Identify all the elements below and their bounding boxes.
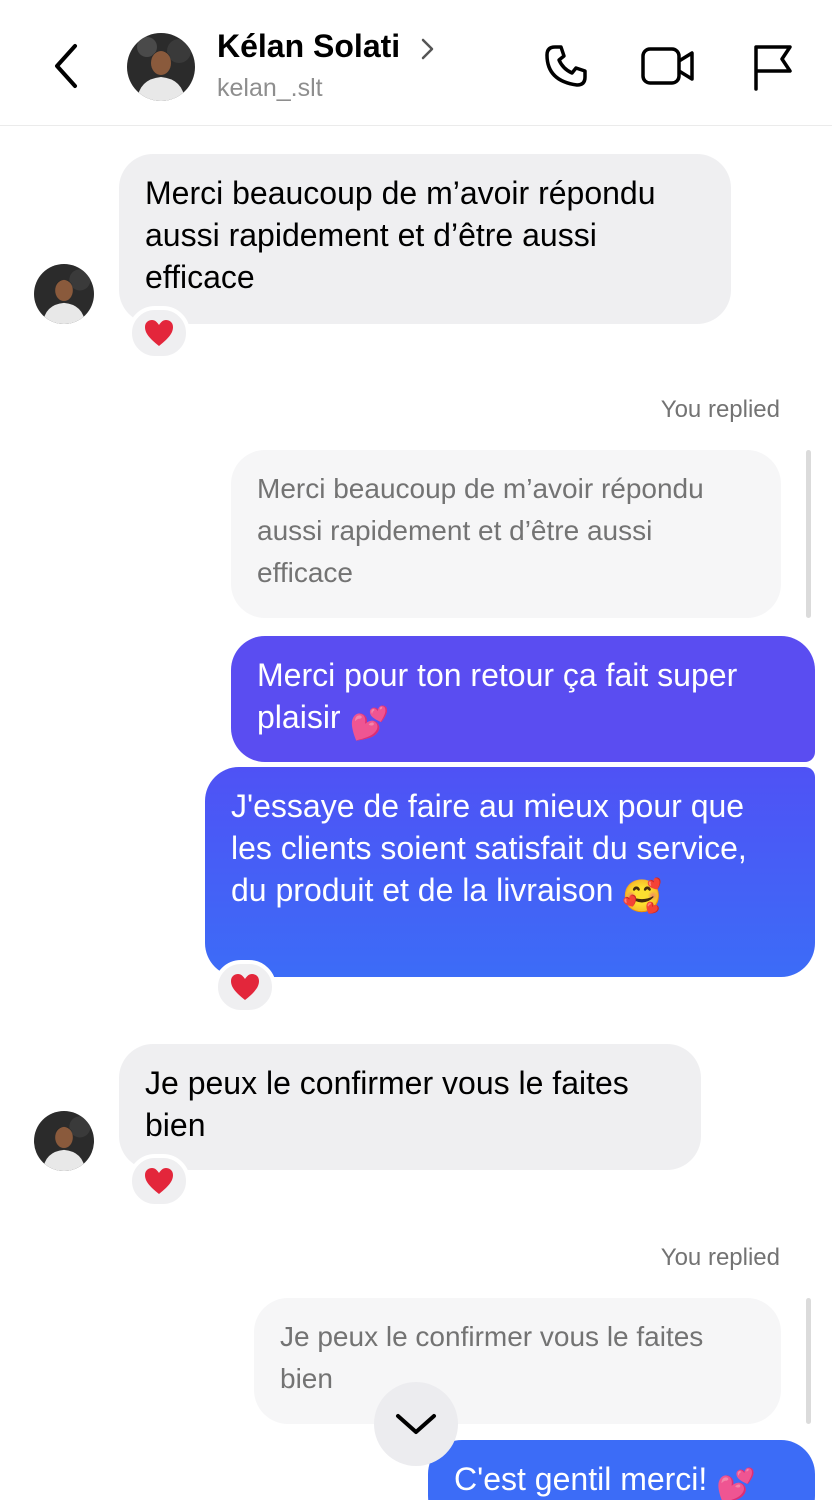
avatar-photo (34, 1111, 94, 1171)
scroll-to-bottom-button[interactable] (374, 1382, 458, 1466)
contact-handle: kelan_.slt (217, 74, 323, 102)
message-reaction[interactable] (214, 960, 276, 1014)
avatar-photo (34, 264, 94, 324)
outgoing-message[interactable]: Merci pour ton retour ça fait super plai… (231, 636, 815, 762)
quoted-message[interactable]: Je peux le confirmer vous le faites bien (254, 1298, 781, 1424)
flag-icon (754, 45, 792, 91)
message-text: J'essaye de faire au mieux pour que les … (231, 788, 747, 908)
heart-reaction-icon (145, 1168, 173, 1194)
chevron-right-icon[interactable] (418, 34, 438, 64)
outgoing-message[interactable]: J'essaye de faire au mieux pour que les … (205, 767, 815, 977)
video-call-button[interactable] (640, 38, 696, 94)
reply-indicator-bar (806, 1298, 811, 1424)
reply-label: You replied (660, 396, 780, 423)
incoming-message[interactable]: Merci beaucoup de m’avoir répondu aussi … (119, 154, 731, 324)
quoted-text: Merci beaucoup de m’avoir répondu aussi … (257, 473, 704, 588)
contact-name[interactable]: Kélan Solati (217, 28, 400, 65)
message-reaction[interactable] (128, 1154, 190, 1208)
video-camera-icon (641, 47, 694, 85)
outgoing-message[interactable]: C'est gentil merci! 💕 (428, 1440, 815, 1500)
message-text: C'est gentil merci! (454, 1461, 708, 1497)
two-hearts-emoji: 💕 (349, 705, 390, 741)
report-button[interactable] (744, 38, 800, 94)
quoted-message[interactable]: Merci beaucoup de m’avoir répondu aussi … (231, 450, 781, 618)
reply-indicator-bar (806, 450, 811, 618)
chat-header: Kélan Solati kelan_.slt (0, 0, 832, 126)
contact-avatar[interactable] (127, 33, 195, 101)
message-text: Merci pour ton retour ça fait super plai… (257, 657, 738, 735)
message-reaction[interactable] (128, 306, 190, 360)
back-button[interactable] (44, 38, 88, 94)
quoted-text: Je peux le confirmer vous le faites bien (280, 1321, 704, 1394)
smiling-face-hearts-emoji: 🥰 (622, 878, 663, 914)
chevron-down-icon (396, 1414, 436, 1434)
two-hearts-emoji: 💕 (716, 1467, 757, 1500)
sender-avatar[interactable] (34, 264, 94, 324)
back-chevron-icon (55, 44, 77, 88)
reply-label: You replied (660, 1244, 780, 1271)
avatar-photo (127, 33, 195, 101)
audio-call-button[interactable] (538, 38, 594, 94)
sender-avatar[interactable] (34, 1111, 94, 1171)
message-text: Je peux le confirmer vous le faites bien (145, 1065, 629, 1143)
heart-reaction-icon (145, 320, 173, 346)
phone-icon (545, 45, 587, 87)
message-text: Merci beaucoup de m’avoir répondu aussi … (145, 175, 656, 295)
heart-reaction-icon (231, 974, 259, 1000)
incoming-message[interactable]: Je peux le confirmer vous le faites bien (119, 1044, 701, 1170)
